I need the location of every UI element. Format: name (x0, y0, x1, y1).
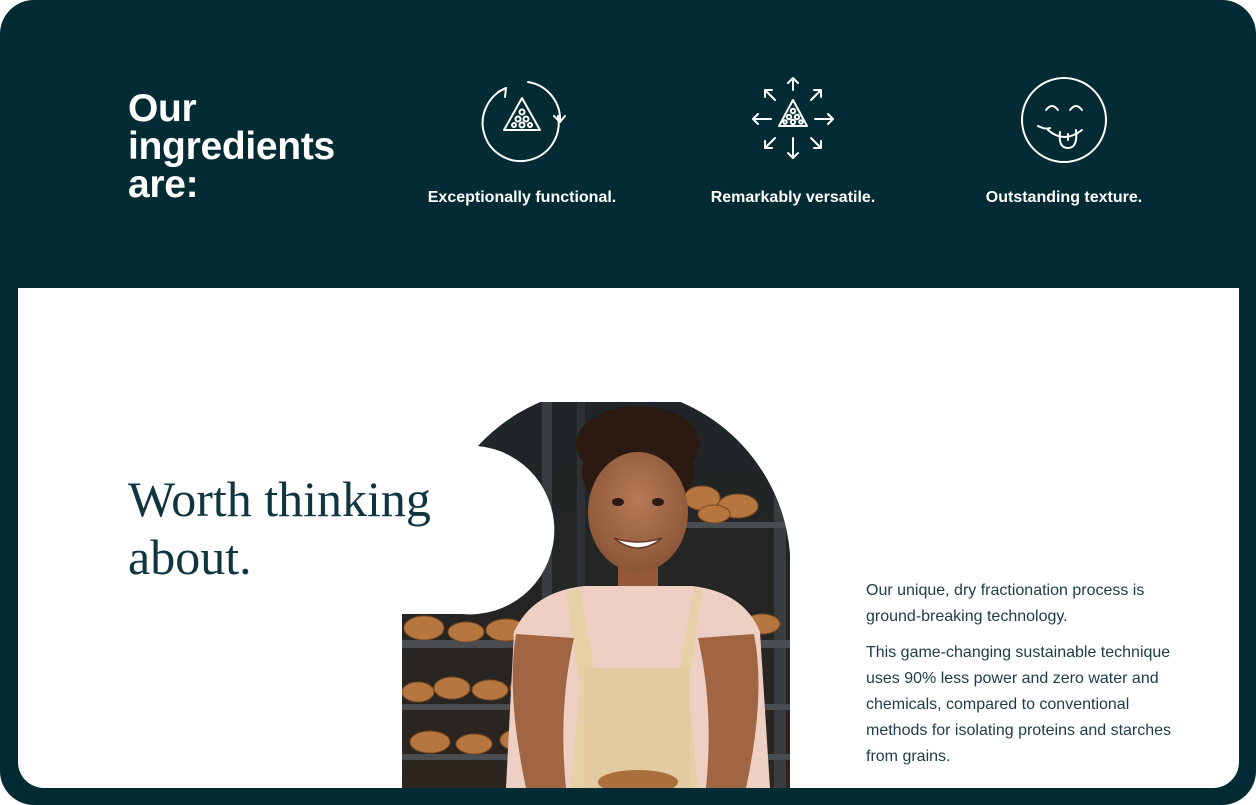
feature-functional: Exceptionally functional. (392, 76, 652, 207)
section-body: Our unique, dry fractionation process is… (866, 578, 1186, 780)
feature-texture: Outstanding texture. (934, 76, 1194, 207)
feature-label-versatile: Remarkably versatile. (710, 189, 876, 206)
body-paragraph-1: Our unique, dry fractionation process is… (866, 582, 1145, 625)
content-panel: Worth thinking about. Our unique, dry fr… (18, 288, 1239, 788)
feature-versatile: Remarkably versatile. (663, 76, 923, 207)
headline-line-1: Worth thinking (128, 471, 431, 527)
section-headline: Worth thinking about. (128, 470, 431, 586)
ingredients-title-line-2: ingredients (128, 125, 335, 168)
ingredients-title-line-3: are: (128, 163, 199, 206)
page-frame: Our ingredients are: Exceptionally funct… (0, 0, 1256, 805)
baker-woman-photo (402, 402, 810, 788)
expand-grain-icon (752, 77, 834, 159)
feature-label-texture: Outstanding texture. (985, 189, 1143, 206)
headline-line-2: about. (128, 529, 252, 585)
ingredients-title: Our ingredients are: (128, 87, 335, 206)
tongue-smile-icon (1021, 77, 1107, 163)
feature-label-functional: Exceptionally functional. (427, 189, 617, 206)
baker-photo-graphic (402, 402, 790, 788)
ingredients-title-line-1: Our (128, 87, 197, 130)
body-paragraph-2: This game-changing sustainable technique… (866, 644, 1172, 765)
recycle-grain-icon (481, 81, 566, 163)
